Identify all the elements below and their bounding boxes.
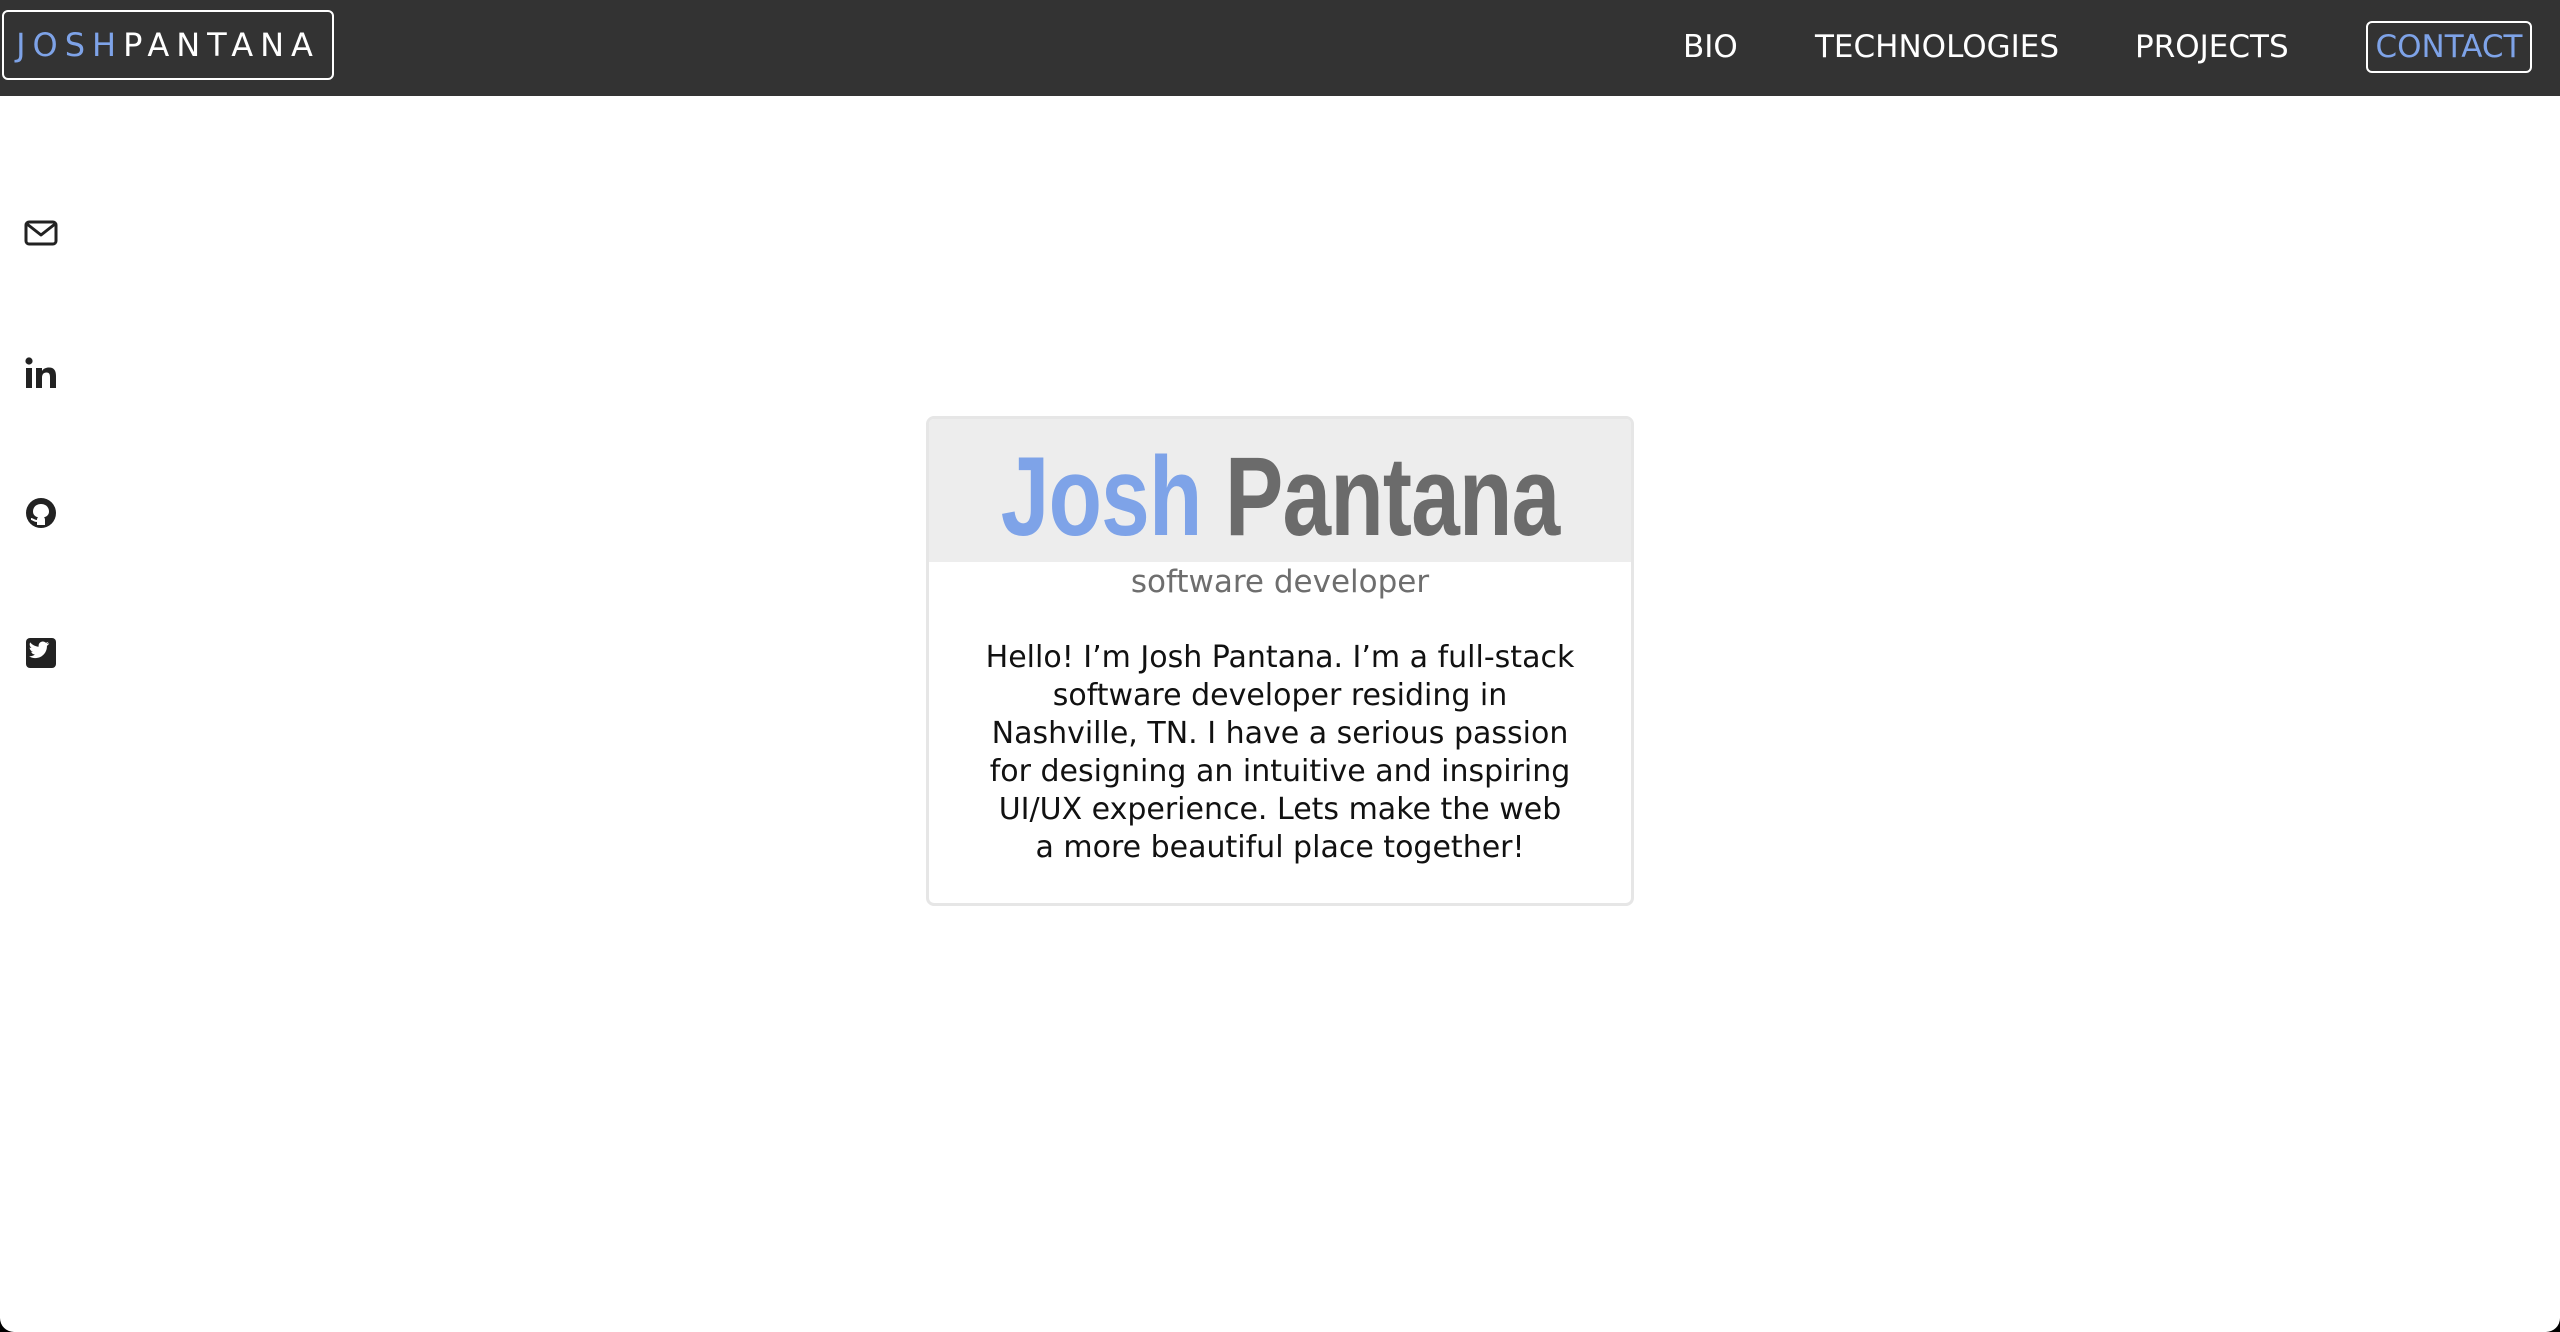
nav-technologies[interactable]: TECHNOLOGIES [1815,22,2059,72]
intro-card: Josh Pantana software developer Hello! I… [926,416,1634,906]
card-first-name: Josh [1000,434,1203,559]
card-bio: Hello! I’m Josh Pantana. I’m a full-stac… [985,640,1575,865]
nav-bio[interactable]: BIO [1683,22,1738,72]
card-subtitle: software developer [1130,564,1430,600]
envelope-icon[interactable] [24,216,58,250]
logo-last-name: PANTANA [123,26,320,64]
linkedin-icon[interactable] [24,356,58,390]
page: JOSH PANTANA BIO TECHNOLOGIES PROJECTS CO… [0,0,2560,1332]
card-name: Josh Pantana [1001,432,1560,561]
logo-first-name: JOSH [16,26,124,64]
top-navbar: JOSH PANTANA BIO TECHNOLOGIES PROJECTS CO… [0,0,2560,96]
site-logo[interactable]: JOSH PANTANA [2,10,334,80]
twitter-icon[interactable] [24,636,58,670]
github-icon[interactable] [24,496,58,530]
nav-contact[interactable]: CONTACT [2366,21,2532,73]
card-header: Josh Pantana [929,419,1631,562]
card-last-name: Pantana [1224,434,1560,559]
nav-projects[interactable]: PROJECTS [2135,22,2289,72]
